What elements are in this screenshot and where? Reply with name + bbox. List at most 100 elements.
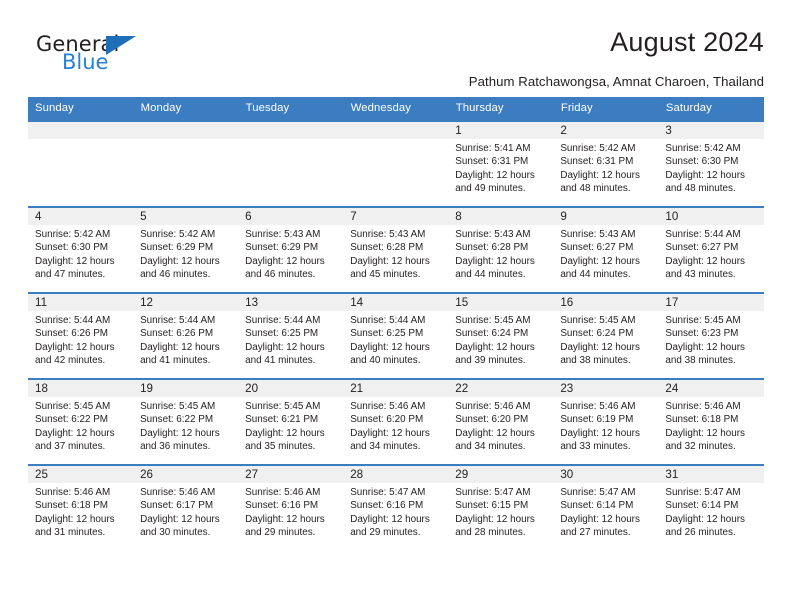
calendar-cell-day[interactable]: 27 Sunrise: 5:46 AM Sunset: 6:16 PM Dayligh… [238,464,344,550]
day-details: Sunrise: 5:41 AM Sunset: 6:31 PM Daylight:… [448,139,553,195]
day-number: 6 [238,208,344,225]
day-details: Sunrise: 5:45 AM Sunset: 6:24 PM Daylight:… [553,311,658,367]
calendar-cell-day[interactable]: 15 Sunrise: 5:45 AM Sunset: 6:24 PM Dayligh… [448,292,554,379]
sunset-text: Sunset: 6:30 PM [665,156,739,168]
sunset-text: Sunset: 6:19 PM [560,414,634,426]
sunrise-text: Sunrise: 5:43 AM [560,229,636,240]
day-number: 21 [343,380,449,397]
day-details: Sunrise: 5:44 AM Sunset: 6:27 PM Daylight:… [658,225,763,281]
day-details: Sunrise: 5:46 AM Sunset: 6:20 PM Daylight:… [343,397,448,453]
day-details: Sunrise: 5:47 AM Sunset: 6:14 PM Daylight:… [553,483,658,539]
calendar-cell-day[interactable]: 3 Sunrise: 5:42 AM Sunset: 6:30 PM Daylight… [658,120,764,207]
weekday-header-tuesday: Tuesday [238,97,344,121]
day-number [28,122,134,139]
calendar-cell-day[interactable]: 12 Sunrise: 5:44 AM Sunset: 6:26 PM Dayligh… [133,292,239,379]
sunset-text: Sunset: 6:26 PM [140,328,214,340]
brand-name-bottom: Blue [62,50,109,74]
calendar-cell-day[interactable]: 10 Sunrise: 5:44 AM Sunset: 6:27 PM Dayligh… [658,206,764,293]
day-details: Sunrise: 5:42 AM Sunset: 6:31 PM Daylight:… [553,139,658,195]
calendar-cell-day[interactable]: 18 Sunrise: 5:45 AM Sunset: 6:22 PM Dayligh… [28,378,134,465]
calendar-cell-day[interactable]: 5 Sunrise: 5:42 AM Sunset: 6:29 PM Daylight… [133,206,239,293]
day-number: 2 [553,122,659,139]
sunrise-text: Sunrise: 5:44 AM [35,315,111,326]
calendar-cell-day[interactable]: 30 Sunrise: 5:47 AM Sunset: 6:14 PM Dayligh… [553,464,659,550]
daylight-text: Daylight: 12 hours and 41 minutes. [140,341,220,366]
calendar-cell-day[interactable]: 28 Sunrise: 5:47 AM Sunset: 6:16 PM Dayligh… [343,464,449,550]
day-number: 28 [343,466,449,483]
sunset-text: Sunset: 6:24 PM [560,328,634,340]
calendar-cell-day[interactable]: 7 Sunrise: 5:43 AM Sunset: 6:28 PM Daylight… [343,206,449,293]
weekday-header-monday: Monday [133,97,239,121]
calendar-cell-day[interactable]: 25 Sunrise: 5:46 AM Sunset: 6:18 PM Dayligh… [28,464,134,550]
daylight-text: Daylight: 12 hours and 48 minutes. [665,169,745,194]
sunset-text: Sunset: 6:27 PM [665,242,739,254]
sunset-text: Sunset: 6:23 PM [665,328,739,340]
daylight-text: Daylight: 12 hours and 45 minutes. [350,255,430,280]
calendar-cell-empty [238,120,344,207]
day-number: 20 [238,380,344,397]
calendar-cell-day[interactable]: 8 Sunrise: 5:43 AM Sunset: 6:28 PM Daylight… [448,206,554,293]
calendar-cell-day[interactable]: 26 Sunrise: 5:46 AM Sunset: 6:17 PM Dayligh… [133,464,239,550]
calendar-cell-day[interactable]: 9 Sunrise: 5:43 AM Sunset: 6:27 PM Daylight… [553,206,659,293]
calendar-cell-day[interactable]: 24 Sunrise: 5:46 AM Sunset: 6:18 PM Dayligh… [658,378,764,465]
sunrise-text: Sunrise: 5:46 AM [665,401,741,412]
daylight-text: Daylight: 12 hours and 31 minutes. [35,513,115,538]
sunset-text: Sunset: 6:18 PM [35,500,109,512]
day-details: Sunrise: 5:43 AM Sunset: 6:28 PM Daylight:… [448,225,553,281]
day-details: Sunrise: 5:42 AM Sunset: 6:29 PM Daylight:… [133,225,238,281]
brand-logo[interactable]: General Blue [28,26,148,74]
day-number: 26 [133,466,239,483]
calendar-cell-day[interactable]: 16 Sunrise: 5:45 AM Sunset: 6:24 PM Dayligh… [553,292,659,379]
sunset-text: Sunset: 6:14 PM [665,500,739,512]
day-number [343,122,449,139]
calendar-cell-day[interactable]: 14 Sunrise: 5:44 AM Sunset: 6:25 PM Dayligh… [343,292,449,379]
sunrise-text: Sunrise: 5:44 AM [350,315,426,326]
day-number: 1 [448,122,554,139]
calendar-cell-day[interactable]: 11 Sunrise: 5:44 AM Sunset: 6:26 PM Dayligh… [28,292,134,379]
day-details: Sunrise: 5:43 AM Sunset: 6:27 PM Daylight:… [553,225,658,281]
daylight-text: Daylight: 12 hours and 27 minutes. [560,513,640,538]
sunrise-text: Sunrise: 5:47 AM [560,487,636,498]
calendar-cell-day[interactable]: 2 Sunrise: 5:42 AM Sunset: 6:31 PM Daylight… [553,120,659,207]
sunset-text: Sunset: 6:27 PM [560,242,634,254]
daylight-text: Daylight: 12 hours and 36 minutes. [140,427,220,452]
daylight-text: Daylight: 12 hours and 42 minutes. [35,341,115,366]
sunset-text: Sunset: 6:25 PM [350,328,424,340]
calendar-cell-empty [28,120,134,207]
calendar-cell-day[interactable]: 19 Sunrise: 5:45 AM Sunset: 6:22 PM Dayligh… [133,378,239,465]
day-details: Sunrise: 5:47 AM Sunset: 6:14 PM Daylight:… [658,483,763,539]
day-number: 27 [238,466,344,483]
calendar-cell-day[interactable]: 31 Sunrise: 5:47 AM Sunset: 6:14 PM Dayligh… [658,464,764,550]
day-number: 24 [658,380,764,397]
day-details: Sunrise: 5:46 AM Sunset: 6:17 PM Daylight:… [133,483,238,539]
calendar-cell-day[interactable]: 23 Sunrise: 5:46 AM Sunset: 6:19 PM Dayligh… [553,378,659,465]
weekday-header-row: Sunday Monday Tuesday Wednesday Thursday… [28,97,765,121]
day-number: 13 [238,294,344,311]
calendar-cell-day[interactable]: 21 Sunrise: 5:46 AM Sunset: 6:20 PM Dayligh… [343,378,449,465]
day-number: 9 [553,208,659,225]
calendar-cell-day[interactable]: 1 Sunrise: 5:41 AM Sunset: 6:31 PM Daylight… [448,120,554,207]
day-details: Sunrise: 5:47 AM Sunset: 6:16 PM Daylight:… [343,483,448,539]
calendar-cell-day[interactable]: 20 Sunrise: 5:45 AM Sunset: 6:21 PM Dayligh… [238,378,344,465]
title-block: August 2024 [610,26,764,57]
daylight-text: Daylight: 12 hours and 37 minutes. [35,427,115,452]
calendar-cell-day[interactable]: 13 Sunrise: 5:44 AM Sunset: 6:25 PM Dayligh… [238,292,344,379]
calendar-week-row: 4 Sunrise: 5:42 AM Sunset: 6:30 PM Daylight… [28,206,764,293]
calendar-cell-day[interactable]: 22 Sunrise: 5:46 AM Sunset: 6:20 PM Dayligh… [448,378,554,465]
sunset-text: Sunset: 6:29 PM [140,242,214,254]
day-number: 4 [28,208,134,225]
calendar-cell-day[interactable]: 17 Sunrise: 5:45 AM Sunset: 6:23 PM Dayligh… [658,292,764,379]
weekday-header-sunday: Sunday [28,97,134,121]
sunset-text: Sunset: 6:24 PM [455,328,529,340]
calendar-cell-day[interactable]: 6 Sunrise: 5:43 AM Sunset: 6:29 PM Daylight… [238,206,344,293]
day-details: Sunrise: 5:46 AM Sunset: 6:19 PM Daylight:… [553,397,658,453]
daylight-text: Daylight: 12 hours and 33 minutes. [560,427,640,452]
daylight-text: Daylight: 12 hours and 40 minutes. [350,341,430,366]
sunrise-text: Sunrise: 5:47 AM [665,487,741,498]
page-header: General Blue August 2024 [28,0,764,73]
day-number: 7 [343,208,449,225]
calendar-cell-day[interactable]: 4 Sunrise: 5:42 AM Sunset: 6:30 PM Daylight… [28,206,134,293]
sunset-text: Sunset: 6:22 PM [140,414,214,426]
sunrise-text: Sunrise: 5:46 AM [35,487,111,498]
calendar-cell-day[interactable]: 29 Sunrise: 5:47 AM Sunset: 6:15 PM Dayligh… [448,464,554,550]
